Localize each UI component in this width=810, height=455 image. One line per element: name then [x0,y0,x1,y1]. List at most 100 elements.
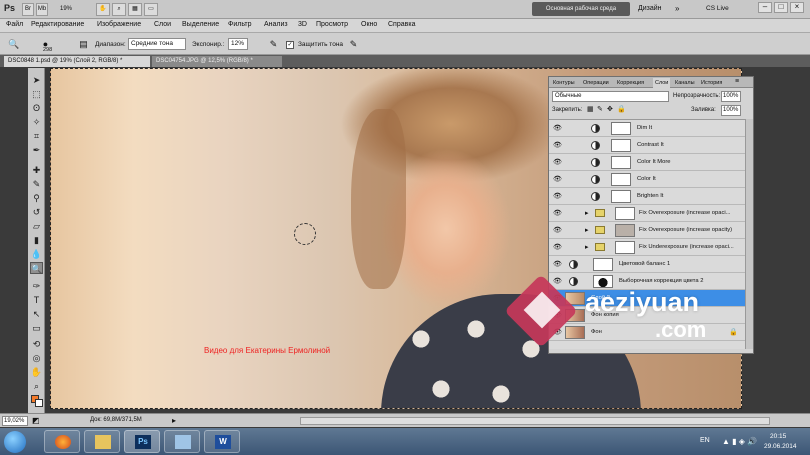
brush-panel-icon[interactable]: ▤ [78,39,89,50]
history-brush-tool-icon[interactable]: ↺ [30,206,43,218]
status-menu-arrow-icon[interactable]: ▸ [172,416,176,425]
document-size-status[interactable]: Док: 69,8M/371,5M [90,417,142,423]
layer-row[interactable]: 👁 Contrast It [549,137,745,154]
dodge-tool-preset-icon[interactable]: 🔍 [8,39,19,50]
panel-menu-icon[interactable]: ≡ [735,78,739,85]
menu-help[interactable]: Справка [388,21,415,28]
gradient-tool-icon[interactable]: ▮ [30,234,43,246]
more-workspaces-icon[interactable]: » [675,4,679,13]
pen-tool-icon[interactable]: ✑ [30,280,43,292]
3d-rotate-tool-icon[interactable]: ⟲ [30,338,43,350]
taskbar-window[interactable] [164,430,200,453]
healing-brush-tool-icon[interactable]: ✚ [30,164,43,176]
opacity-field[interactable]: 100% [721,91,741,102]
tray-icons[interactable]: ▲ ▮ ◈ 🔊 [722,437,757,446]
airbrush-icon[interactable]: ✎ [268,39,279,50]
tab-paths[interactable]: Контуры [551,78,577,88]
launch-minibridge-icon[interactable]: Mb [36,3,48,16]
visibility-eye-icon[interactable]: 👁 [553,260,562,269]
layer-row[interactable]: 👁 Color It More [549,154,745,171]
maximize-icon[interactable]: □ [774,2,788,13]
horizontal-scrollbar[interactable] [300,417,770,425]
visibility-eye-icon[interactable]: 👁 [553,158,562,167]
3d-orbit-tool-icon[interactable]: ◎ [30,352,43,364]
tab-dsc0848[interactable]: DSC0848 1.psd @ 19% (Слой 2, RGB/8) * [4,56,150,67]
hand-tool-icon[interactable]: ✋ [30,366,43,378]
zoom-tool-icon[interactable]: ⌕ [30,380,43,392]
layers-scrollbar[interactable] [745,119,753,349]
blend-mode-select[interactable]: Обычные [552,91,669,102]
visibility-eye-icon[interactable]: 👁 [553,175,562,184]
layer-group-row[interactable]: 👁 ▸ Fix Overexposure (increase opaci... [549,205,745,222]
minimize-icon[interactable]: – [758,2,772,13]
path-selection-tool-icon[interactable]: ↖ [30,308,43,320]
quick-selection-tool-icon[interactable]: ✧ [30,116,43,128]
start-button[interactable] [4,431,26,453]
lock-all-icon[interactable]: 🔒 [617,106,626,114]
arrange-documents-icon[interactable]: ▦ [128,3,142,16]
lock-position-icon[interactable]: ✥ [607,106,615,114]
visibility-eye-icon[interactable]: 👁 [553,141,562,150]
shape-tool-icon[interactable]: ▭ [30,322,43,334]
tab-channels[interactable]: Каналы [673,78,697,88]
dodge-tool-icon[interactable]: 🔍 [30,262,43,274]
zoom-icon[interactable]: ⌕ [112,3,126,16]
blur-tool-icon[interactable]: 💧 [30,248,43,260]
range-select[interactable]: Средние тона [128,38,186,50]
layer-row[interactable]: 👁 Brighten It [549,188,745,205]
tab-layers[interactable]: Слои [653,78,671,88]
menu-window[interactable]: Окно [361,21,377,28]
move-tool-icon[interactable]: ➤ [30,74,43,86]
workspace-button[interactable]: Основная рабочая среда [532,2,630,16]
language-indicator[interactable]: EN [700,437,710,444]
eyedropper-tool-icon[interactable]: ✒ [30,144,43,156]
taskbar-explorer[interactable] [84,430,120,453]
visibility-eye-icon[interactable]: 👁 [553,209,562,218]
clock-date[interactable]: 29.06.2014 [764,443,797,450]
close-icon[interactable]: × [790,2,804,13]
lock-transparency-icon[interactable]: ▦ [587,106,595,114]
visibility-eye-icon[interactable]: 👁 [553,243,562,252]
protect-tones-checkbox[interactable]: ✓ [286,41,294,49]
tab-adjustments[interactable]: Коррекция [615,78,646,88]
clock-time[interactable]: 20:15 [770,433,786,440]
layer-group-row[interactable]: 👁 ▸ Fix Underexposure (increase opaci... [549,239,745,256]
brush-tool-icon[interactable]: ✎ [30,178,43,190]
menu-view[interactable]: Просмотр [316,21,348,28]
zoom-level-combo[interactable]: 19% [60,4,90,15]
fill-field[interactable]: 100% [721,105,741,116]
taskbar-firefox[interactable] [44,430,80,453]
tablet-pressure-icon[interactable]: ✎ [348,39,359,50]
menu-file[interactable]: Файл [6,21,23,28]
exposure-field[interactable]: 12% [228,38,248,50]
eraser-tool-icon[interactable]: ▱ [30,220,43,232]
layer-group-row[interactable]: 👁 ▸ Fix Overexposure (increase opacity) [549,222,745,239]
type-tool-icon[interactable]: T [30,294,43,306]
layer-row[interactable]: 👁 Цветовой баланс 1 [549,256,745,273]
background-color-swatch[interactable] [35,399,43,407]
menu-select[interactable]: Выделение [182,21,219,28]
visibility-eye-icon[interactable]: 👁 [553,124,562,133]
tab-dsc04754[interactable]: DSC04754.JPG @ 12,5% (RGB/8) * [152,56,282,67]
menu-image[interactable]: Изображение [97,21,141,28]
expand-arrow-icon[interactable]: ▸ [585,209,589,217]
visibility-eye-icon[interactable]: 👁 [553,277,562,286]
lock-image-icon[interactable]: ✎ [597,106,605,114]
menu-filter[interactable]: Фильтр [228,21,252,28]
tab-history[interactable]: История [699,78,724,88]
design-workspace-link[interactable]: Дизайн [638,5,662,12]
crop-tool-icon[interactable]: ⌗ [30,130,43,142]
status-info-icon[interactable]: ◩ [32,416,40,425]
lasso-tool-icon[interactable]: ʘ [30,102,43,114]
visibility-eye-icon[interactable]: 👁 [553,192,562,201]
zoom-status-field[interactable]: 19,02% [2,416,28,426]
screen-mode-icon[interactable]: ▭ [144,3,158,16]
menu-layers[interactable]: Слои [154,21,171,28]
tab-actions[interactable]: Операции [581,78,611,88]
launch-bridge-icon[interactable]: Br [22,3,34,16]
layer-row[interactable]: 👁 Color It [549,171,745,188]
expand-arrow-icon[interactable]: ▸ [585,243,589,251]
cs-live-button[interactable]: CS Live [706,5,729,12]
marquee-tool-icon[interactable]: ⬚ [30,88,43,100]
layer-row[interactable]: 👁 Фон 🔒 [549,324,745,341]
